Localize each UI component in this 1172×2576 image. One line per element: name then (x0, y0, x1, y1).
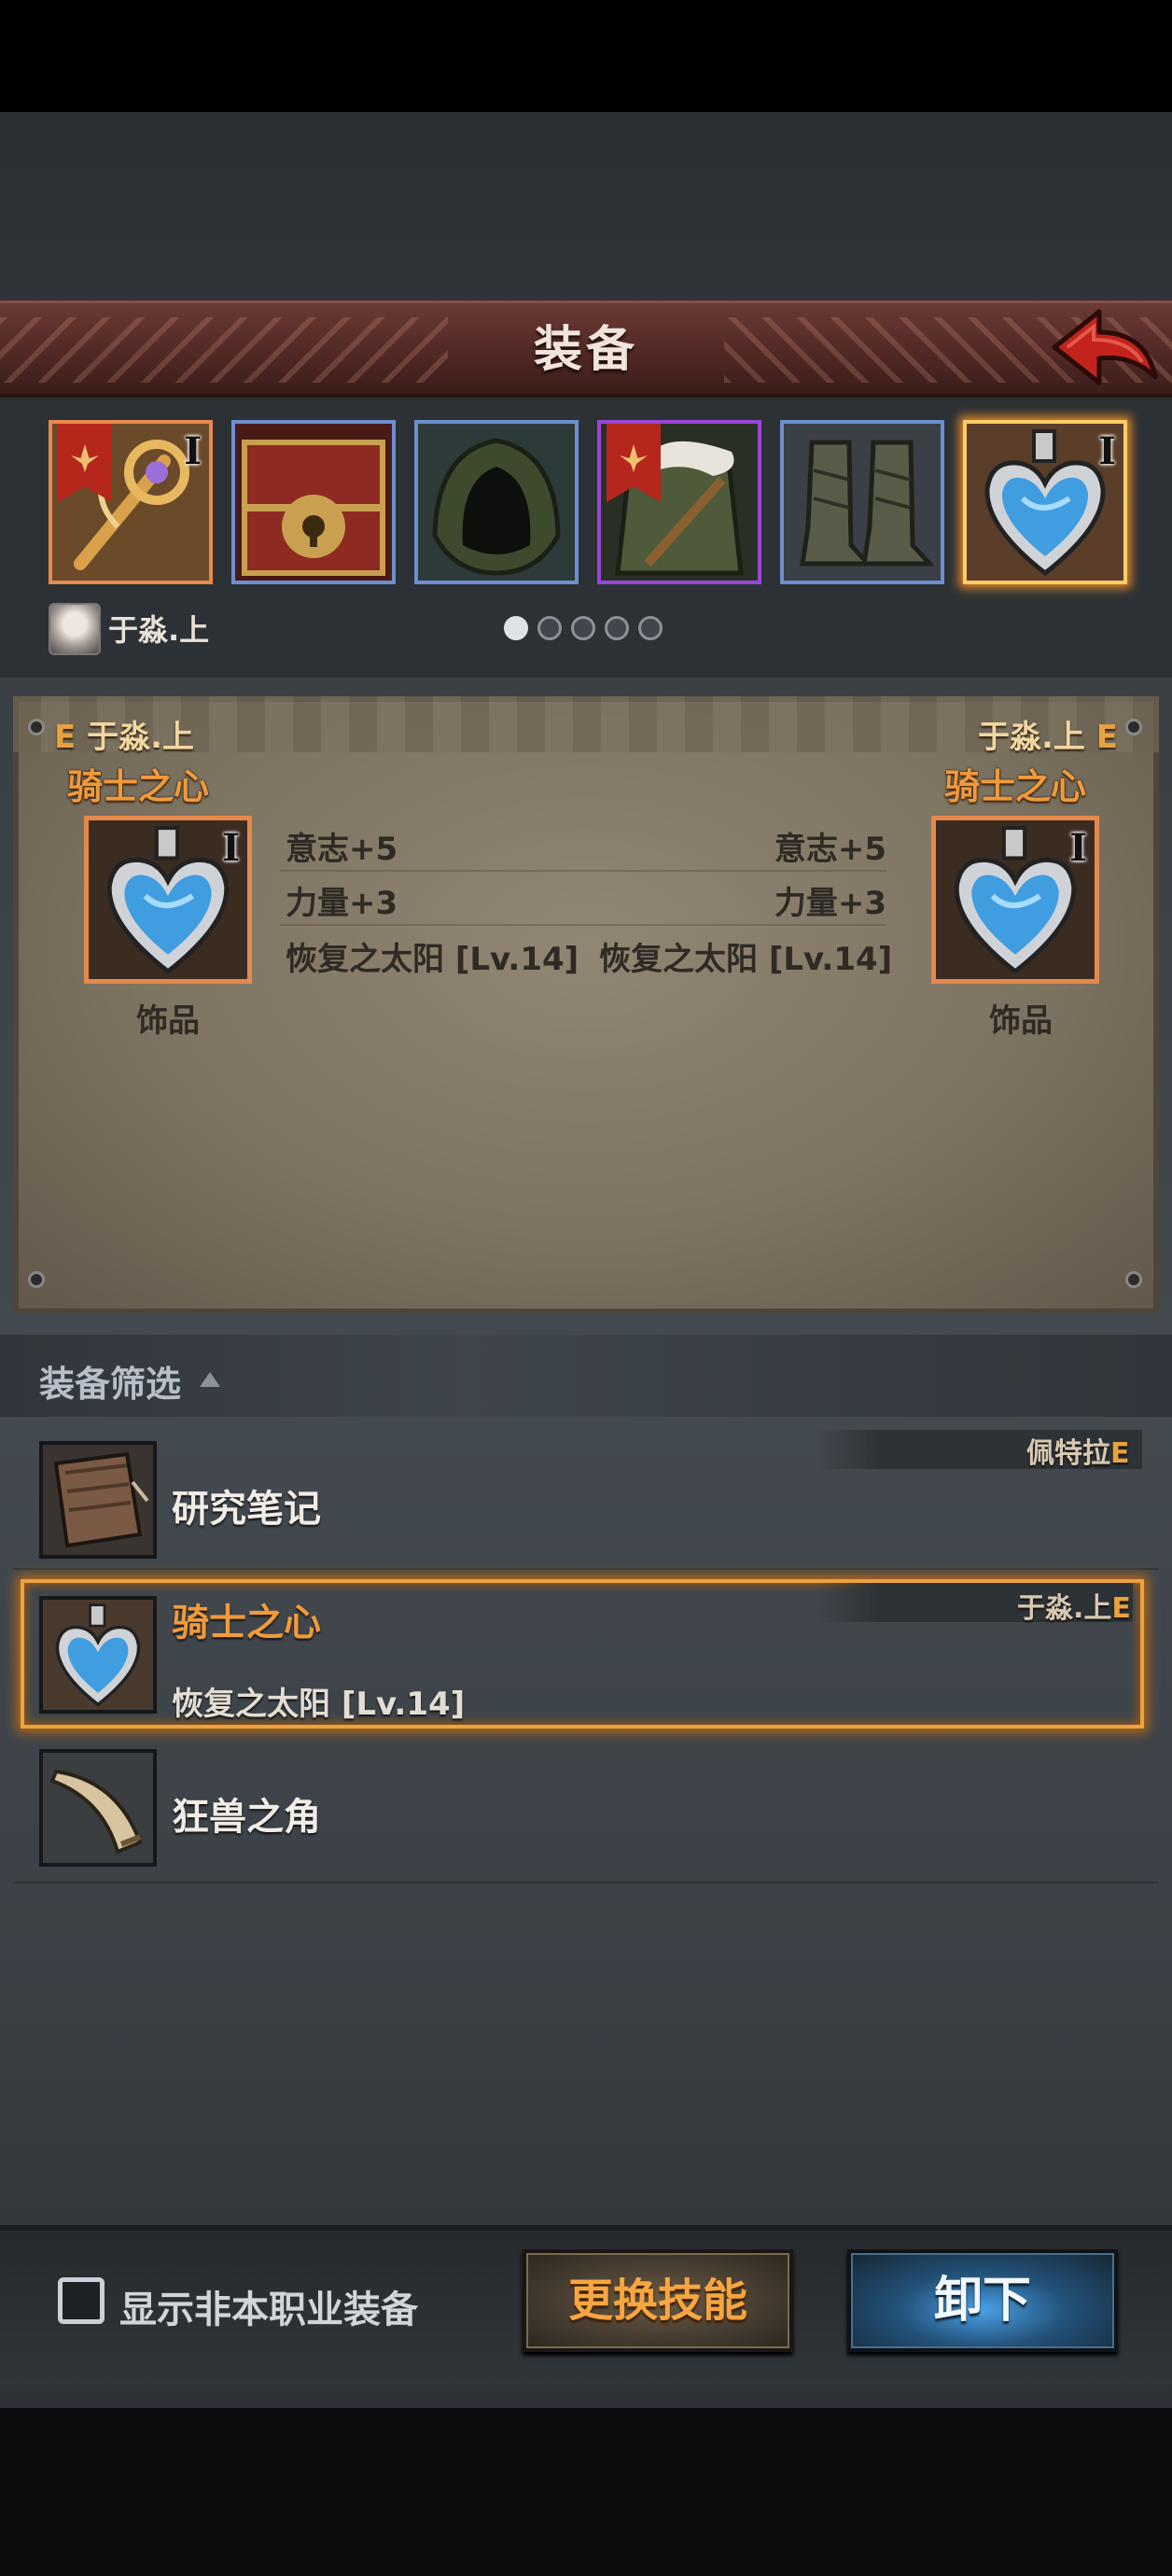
right-skill: 恢复之太阳 [Lv.14] (599, 941, 893, 978)
tier-mark: I (1098, 429, 1116, 473)
list-item-icon (39, 1749, 157, 1867)
grade-badge: E (1110, 1437, 1130, 1470)
left-owner: E 于淼.上 (54, 711, 194, 757)
left-stat: 意志+5 (286, 831, 398, 868)
right-category: 饰品 (989, 1002, 1053, 1040)
owner-name: 于淼.上 (1017, 1592, 1112, 1625)
treasure-chest-icon (235, 424, 392, 581)
unequip-button[interactable]: 卸下 (847, 2249, 1118, 2352)
back-button[interactable] (1049, 304, 1161, 390)
back-arrow-icon (1052, 309, 1158, 385)
list-item-name: 狂兽之角 (172, 1796, 321, 1839)
list-owner: 佩特拉E (1026, 1430, 1130, 1471)
right-item-icon: I (931, 816, 1099, 984)
list-item-skill: 恢复之太阳 [Lv.14] (172, 1686, 466, 1723)
character-name: 于淼.上 (108, 612, 210, 648)
change-skill-label: 更换技能 (567, 2275, 747, 2327)
pin-icon (1125, 1271, 1142, 1288)
status-bar-area (0, 0, 1172, 112)
equipment-slot-boots[interactable] (780, 420, 944, 584)
heart-pendant-icon (43, 1600, 153, 1710)
tier-mark: I (222, 826, 240, 870)
grade-badge: E (1095, 719, 1118, 756)
tier-mark: I (1069, 826, 1087, 870)
left-item-name: 骑士之心 (67, 766, 210, 807)
left-item-icon: I (84, 816, 252, 984)
grade-badge: E (54, 719, 77, 756)
page-dot[interactable] (571, 616, 595, 640)
right-stat: 力量+3 (774, 885, 886, 922)
divider (280, 924, 886, 926)
checkbox-label[interactable]: 显示非本职业装备 (119, 2279, 418, 2333)
notebook-icon (43, 1445, 153, 1555)
equipment-slot-staff[interactable]: I (49, 420, 213, 584)
hood-icon (418, 424, 575, 581)
show-other-class-checkbox[interactable] (58, 2277, 105, 2324)
right-item-name: 骑士之心 (944, 766, 1087, 807)
list-owner: 于淼.上E (1017, 1585, 1131, 1626)
list-item-icon (39, 1441, 157, 1559)
page-dot[interactable] (537, 616, 562, 640)
left-category: 饰品 (136, 1002, 200, 1040)
equipment-slot-armor[interactable] (597, 420, 761, 584)
list-divider (13, 1882, 1159, 1883)
owner-name: 于淼.上 (87, 719, 194, 756)
left-stat: 力量+3 (286, 885, 398, 922)
filter-toggle-icon[interactable] (200, 1372, 220, 1387)
pin-icon (28, 719, 45, 735)
pin-icon (28, 1271, 45, 1288)
right-owner: 于淼.上 E (978, 711, 1118, 757)
page-title: 装备 (533, 322, 638, 378)
pin-icon (1125, 719, 1142, 735)
divider (280, 870, 886, 872)
list-divider (13, 1568, 1159, 1570)
boots-icon (784, 424, 941, 581)
owner-name: 于淼.上 (978, 719, 1085, 756)
right-stat: 意志+5 (774, 831, 886, 868)
header-ornament-left (0, 317, 448, 383)
navigation-bar-area (0, 2408, 1172, 2576)
horn-icon (43, 1753, 153, 1863)
grade-badge: E (1111, 1592, 1131, 1625)
equipment-slot-chest[interactable] (231, 420, 396, 584)
equipment-slot-hood[interactable] (414, 420, 579, 584)
filter-label[interactable]: 装备筛选 (39, 1355, 181, 1407)
page-dot[interactable] (504, 616, 528, 640)
list-item-name: 研究笔记 (172, 1488, 321, 1531)
tier-mark: I (184, 429, 202, 473)
unequip-label: 卸下 (933, 2273, 1031, 2329)
character-avatar (49, 603, 101, 655)
page-indicator[interactable] (504, 616, 672, 642)
page-dot[interactable] (605, 616, 629, 640)
change-skill-button[interactable]: 更换技能 (523, 2249, 793, 2352)
owner-name: 佩特拉 (1026, 1437, 1110, 1470)
list-item-icon (39, 1596, 157, 1714)
equipment-slot-pendant[interactable]: I (963, 420, 1127, 584)
left-skill: 恢复之太阳 [Lv.14] (286, 941, 579, 978)
list-item-name: 骑士之心 (172, 1602, 321, 1645)
page-dot[interactable] (638, 616, 663, 640)
